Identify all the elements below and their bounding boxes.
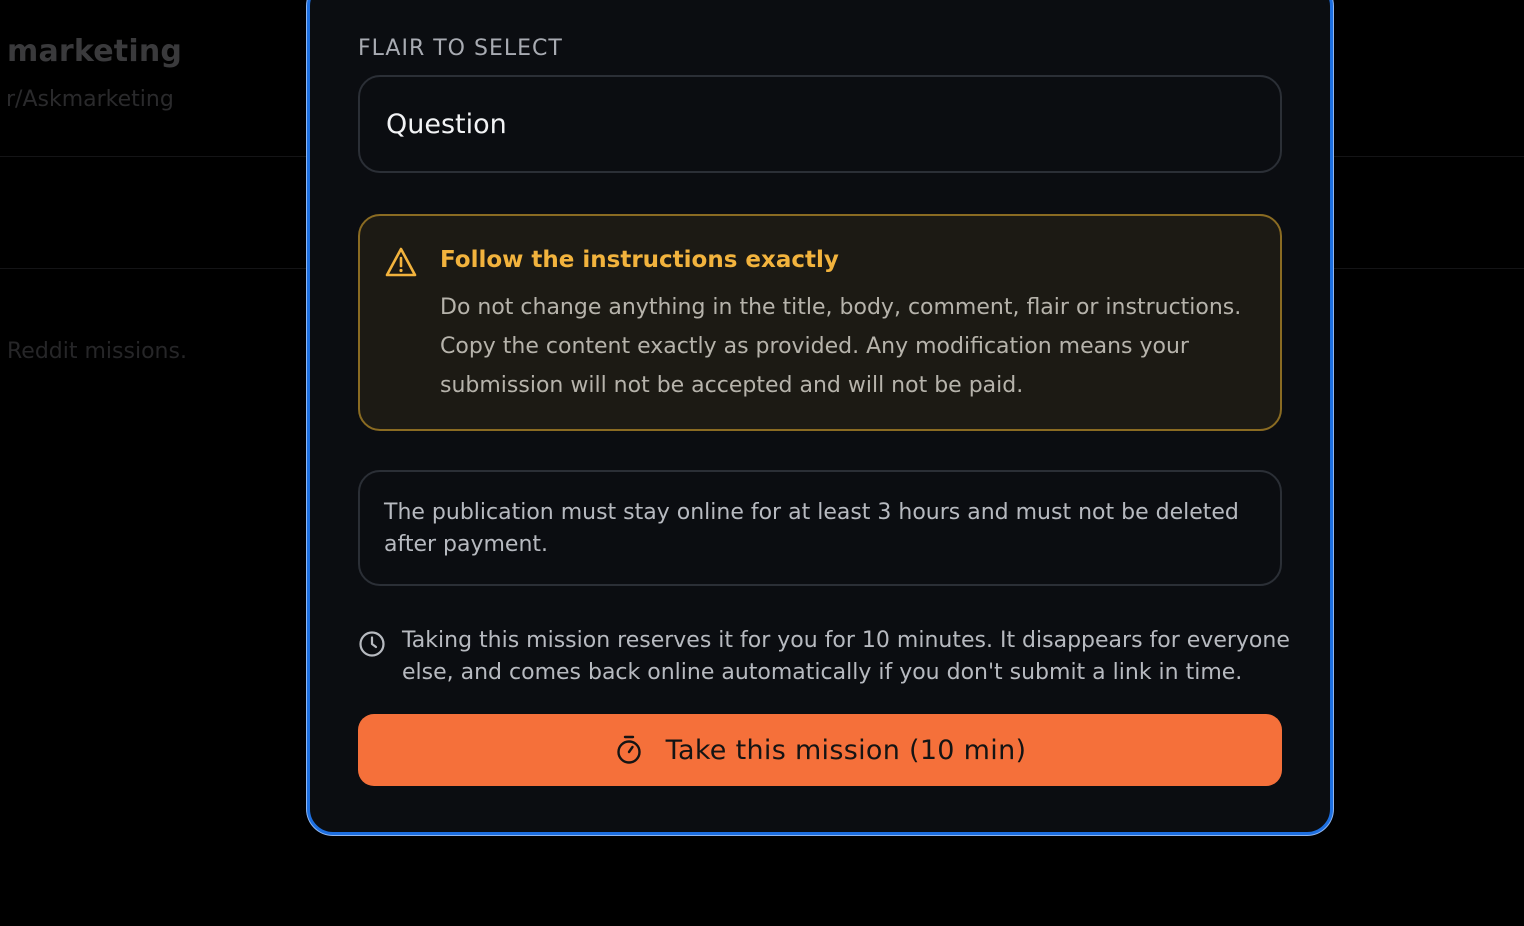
reservation-text: Taking this mission reserves it for you …: [402, 628, 1290, 685]
clock-icon: [359, 631, 385, 657]
take-mission-button[interactable]: Take this mission (10 min): [358, 714, 1282, 786]
missions-description: Reddit missions.: [7, 339, 187, 364]
warning-triangle-icon: [385, 247, 417, 277]
warning-title: Follow the instructions exactly: [440, 247, 839, 273]
subreddit-name: r/Askmarketing: [6, 87, 174, 112]
instructions-warning: Follow the instructions exactly Do not c…: [358, 214, 1282, 431]
flair-value: Question: [386, 108, 507, 140]
take-mission-label: Take this mission (10 min): [665, 734, 1027, 766]
mission-title: marketing: [7, 34, 183, 69]
warning-body: Do not change anything in the title, bod…: [440, 295, 1242, 398]
stopwatch-icon: [616, 735, 641, 764]
retention-notice-box: The publication must stay online for at …: [358, 470, 1282, 586]
retention-notice: The publication must stay online for at …: [384, 500, 1239, 557]
flair-field: Question: [358, 75, 1282, 173]
mission-modal: FLAIR TO SELECT Question Follow the inst…: [307, 0, 1333, 835]
flair-section-label: FLAIR TO SELECT: [358, 36, 563, 61]
